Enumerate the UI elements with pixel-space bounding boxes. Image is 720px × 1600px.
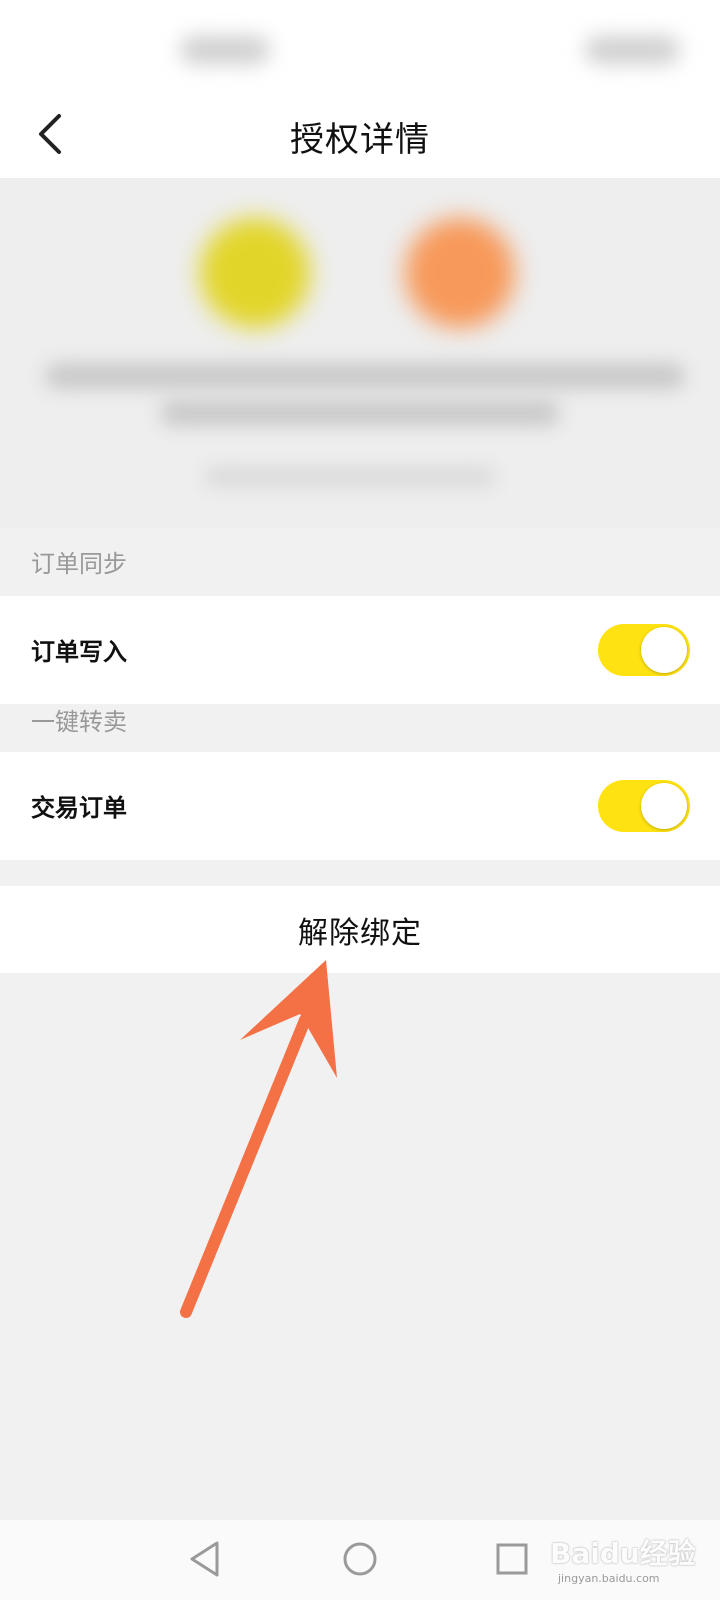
section-title-one-click-resale: 一键转卖	[31, 708, 127, 736]
toggle-knob	[641, 627, 687, 673]
app-logo-blurred	[200, 218, 310, 328]
home-circle-icon	[343, 1542, 377, 1576]
status-bar-time-blurred	[180, 36, 270, 64]
status-bar-indicators-blurred	[585, 36, 680, 64]
trade-order-toggle[interactable]	[598, 780, 690, 832]
status-bar	[0, 0, 720, 88]
order-write-label: 订单写入	[31, 638, 127, 666]
authorization-header-blurred	[0, 178, 720, 528]
link-line-blurred	[205, 468, 495, 486]
unbind-button[interactable]: 解除绑定	[0, 886, 720, 973]
order-write-row: 订单写入	[0, 596, 720, 704]
description-line-blurred	[160, 400, 560, 426]
system-back-button[interactable]	[180, 1534, 230, 1584]
partner-logo-blurred	[405, 218, 515, 328]
section-title-order-sync: 订单同步	[31, 550, 127, 578]
description-line-blurred	[45, 363, 685, 389]
nav-bar: 授权详情	[0, 88, 720, 178]
system-recents-button[interactable]	[487, 1534, 537, 1584]
toggle-knob	[641, 783, 687, 829]
page-title: 授权详情	[290, 120, 430, 160]
order-write-toggle[interactable]	[598, 624, 690, 676]
trade-order-label: 交易订单	[31, 794, 127, 822]
back-triangle-icon	[190, 1541, 219, 1577]
recents-square-icon	[496, 1543, 528, 1575]
unbind-label: 解除绑定	[298, 915, 422, 951]
baidu-watermark-url: jingyan.baidu.com	[558, 1572, 660, 1585]
baidu-watermark-logo: Baidu经验	[550, 1537, 696, 1570]
system-home-button[interactable]	[335, 1534, 385, 1584]
trade-order-row: 交易订单	[0, 752, 720, 860]
